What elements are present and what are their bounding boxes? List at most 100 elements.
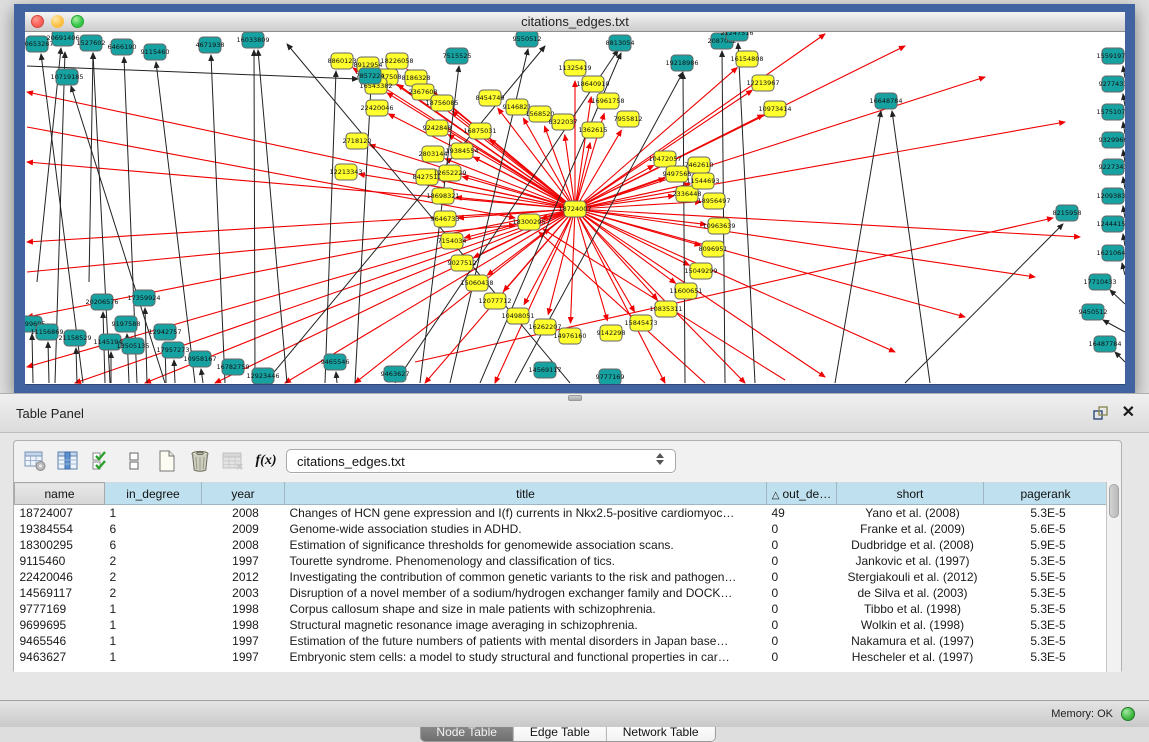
graph-node[interactable]: 16782759 (216, 359, 249, 375)
graph-node[interactable]: 8322037 (549, 114, 578, 130)
graph-node[interactable]: 8860123 (328, 53, 357, 69)
graph-node[interactable]: 8813054 (606, 35, 635, 51)
table-row[interactable]: 1830029562008Estimation of significance … (15, 537, 1108, 553)
graph-node[interactable]: 12213967 (746, 75, 779, 91)
graph-node[interactable]: 11325419 (558, 60, 591, 76)
table-row[interactable]: 911546021997Tourette syndrome. Phenomeno… (15, 553, 1108, 569)
column-header-name[interactable]: name (15, 483, 105, 505)
graph-node[interactable]: 18640910 (576, 76, 609, 92)
function-builder-icon[interactable]: f(x) (251, 447, 281, 475)
close-panel-icon[interactable]: ✕ (1122, 403, 1135, 423)
graph-node[interactable]: 11600651 (669, 283, 702, 299)
table-panel-header[interactable]: Table Panel ✕ (0, 393, 1149, 433)
graph-node[interactable]: 7955812 (614, 111, 643, 127)
delete-column-icon[interactable] (185, 447, 215, 475)
table-row[interactable]: 1872400712008Changes of HCN gene express… (15, 505, 1108, 521)
close-window-button[interactable] (31, 15, 44, 28)
graph-node[interactable]: 9777169 (596, 369, 625, 384)
graph-node[interactable]: 16487784 (1088, 336, 1121, 352)
table-selector-dropdown[interactable]: citations_edges.txt (286, 449, 676, 473)
graph-node[interactable]: 12923446 (246, 368, 279, 384)
unselect-all-icon[interactable] (119, 447, 149, 475)
graph-node[interactable]: 9465546 (321, 354, 350, 370)
graph-node[interactable]: 9463627 (381, 366, 410, 382)
graph-node[interactable]: 12444154 (1096, 216, 1125, 232)
column-header-in_degree[interactable]: in_degree (105, 483, 202, 505)
graph-node[interactable]: 2718120 (343, 133, 372, 149)
graph-node[interactable]: 10472057 (648, 151, 681, 167)
graph-node[interactable]: 9646733 (431, 211, 460, 227)
graph-node[interactable]: 4671938 (196, 37, 225, 53)
graph-node[interactable]: 15049299 (684, 263, 717, 279)
graph-node[interactable]: 7462610 (685, 157, 714, 173)
graph-node[interactable]: 16648784 (869, 93, 902, 109)
graph-node[interactable]: 15845473 (624, 315, 657, 331)
network-view-window[interactable]: citations_edges.txt 18724007886012389129… (14, 4, 1135, 393)
graph-node[interactable]: 9550512 (513, 32, 542, 47)
graph-node[interactable]: 18956497 (697, 193, 730, 209)
graph-node[interactable]: 9197588 (112, 316, 141, 332)
zoom-window-button[interactable] (71, 15, 84, 28)
graph-node[interactable]: 6466190 (108, 39, 137, 55)
graph-node[interactable]: 12942757 (148, 324, 181, 340)
graph-node[interactable]: 14569117 (528, 362, 561, 378)
table-row[interactable]: 1456911722003Disruption of a novel membe… (15, 585, 1108, 601)
table-scrollbar[interactable] (1106, 482, 1121, 672)
graph-node[interactable]: 10973414 (758, 101, 791, 117)
column-header-title[interactable]: title (285, 483, 767, 505)
show-columns-icon[interactable] (53, 447, 83, 475)
new-column-icon[interactable] (152, 447, 182, 475)
table-row[interactable]: 2242004622012Investigating the contribut… (15, 569, 1108, 585)
graph-node[interactable]: 9329966 (1099, 132, 1125, 148)
table-row[interactable]: 946554611997Estimation of the future num… (15, 633, 1108, 649)
float-panel-icon[interactable] (1092, 405, 1110, 421)
graph-node[interactable]: 8215958 (1053, 205, 1082, 221)
graph-node[interactable]: 16210643 (1096, 245, 1125, 261)
graph-node[interactable]: 9277431 (1099, 76, 1125, 92)
graph-node[interactable]: 16033809 (236, 32, 269, 48)
graph-node[interactable]: 9242848 (423, 120, 452, 136)
graph-node[interactable]: 16154808 (730, 51, 763, 67)
graph-node[interactable]: 8454749 (476, 90, 505, 106)
column-header-pagerank[interactable]: pagerank (984, 483, 1108, 505)
graph-node[interactable]: 7515525 (443, 48, 472, 64)
graph-node[interactable]: 12213343 (329, 164, 362, 180)
graph-node[interactable]: 9027512 (448, 255, 477, 271)
graph-node[interactable]: 15591975 (1096, 48, 1125, 64)
graph-node[interactable]: 10719185 (50, 69, 83, 85)
graph-node[interactable]: 12093832 (1096, 188, 1125, 204)
column-header-out_de[interactable]: △out_de… (767, 483, 837, 505)
graph-node[interactable]: 19218986 (665, 55, 698, 71)
graph-node[interactable]: 16875031 (463, 123, 496, 139)
graph-node[interactable]: 7154034 (438, 233, 467, 249)
graph-node[interactable]: 16961758 (591, 93, 624, 109)
graph-node[interactable]: 18226058 (380, 53, 413, 69)
graph-node[interactable]: 7857224 (356, 68, 385, 84)
delete-table-icon[interactable] (218, 447, 248, 475)
graph-node[interactable]: 20206576 (85, 294, 118, 310)
table-row[interactable]: 946362711997Embryonic stem cells: a mode… (15, 649, 1108, 665)
graph-node[interactable]: 1362615 (579, 122, 608, 138)
network-window-titlebar[interactable]: citations_edges.txt (25, 12, 1125, 32)
graph-node[interactable]: 9227343 (1099, 159, 1125, 175)
graph-node[interactable]: 9115460 (141, 44, 170, 60)
select-all-icon[interactable] (86, 447, 116, 475)
graph-node[interactable]: 22420046 (360, 100, 393, 116)
table-row[interactable]: 969969511998Structural magnetic resonanc… (15, 617, 1108, 633)
graph-node[interactable]: 1527602 (77, 35, 106, 51)
table-row[interactable]: 977716911998Corpus callosum shape and si… (15, 601, 1108, 617)
column-header-year[interactable]: year (202, 483, 285, 505)
minimize-window-button[interactable] (51, 15, 64, 28)
graph-node[interactable]: 18698321 (426, 188, 459, 204)
table-mode-icon[interactable] (20, 447, 50, 475)
graph-node[interactable]: 9450512 (1079, 304, 1108, 320)
panel-splitter-grip[interactable] (568, 395, 582, 401)
graph-node[interactable]: 9142298 (597, 325, 626, 341)
table-row[interactable]: 1938455462009Genome-wide association stu… (15, 521, 1108, 537)
column-header-short[interactable]: short (837, 483, 984, 505)
graph-node[interactable]: 8096951 (699, 241, 728, 257)
graph-node[interactable]: 15751074 (1096, 104, 1125, 120)
graph-node[interactable]: 17710433 (1083, 274, 1116, 290)
scrollbar-thumb[interactable] (1109, 484, 1119, 518)
graph-node[interactable]: 17359924 (127, 290, 160, 306)
